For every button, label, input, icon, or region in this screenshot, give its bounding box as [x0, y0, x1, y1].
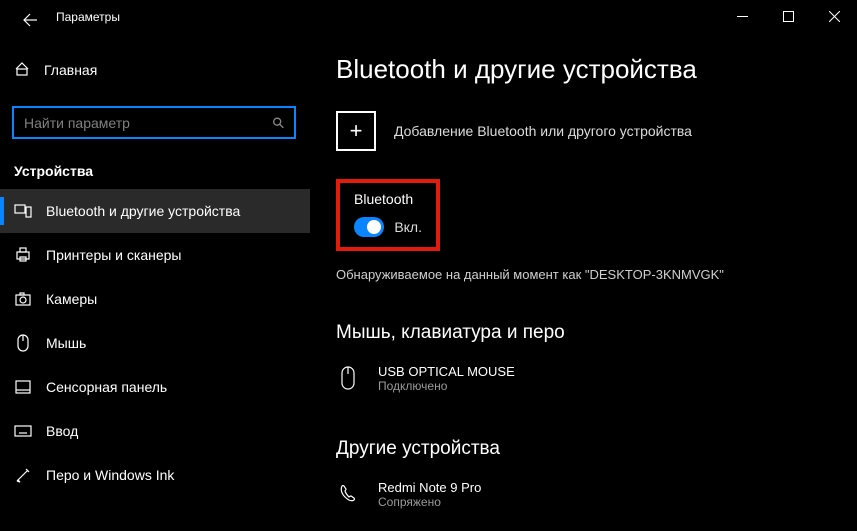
device-row-mouse[interactable]: USB OPTICAL MOUSE Подключено: [336, 358, 845, 398]
nav-input[interactable]: Ввод: [0, 409, 310, 453]
nav-touchpad[interactable]: Сенсорная панель: [0, 365, 310, 409]
search-input[interactable]: [14, 108, 294, 137]
nav-cameras[interactable]: Камеры: [0, 277, 310, 321]
camera-icon: [14, 290, 32, 308]
close-button[interactable]: [811, 0, 857, 32]
nav-bluetooth[interactable]: Bluetooth и другие устройства: [0, 189, 310, 233]
sidebar: Главная ⚲ Устройства Bluetooth и другие …: [0, 50, 310, 531]
back-arrow-icon: [21, 11, 39, 29]
maximize-icon: [783, 11, 794, 22]
nav-label: Bluetooth и другие устройства: [46, 203, 240, 219]
phone-icon: [336, 479, 360, 509]
back-button[interactable]: [18, 8, 42, 32]
bluetooth-toggle-section: Bluetooth Вкл.: [336, 179, 440, 251]
search-box[interactable]: ⚲: [12, 106, 296, 139]
home-label: Главная: [44, 62, 97, 78]
other-devices-header: Другие устройства: [336, 438, 845, 460]
nav-label: Ввод: [46, 423, 78, 439]
device-status: Сопряжено: [378, 495, 481, 509]
content-pane: Bluetooth и другие устройства + Добавлен…: [336, 50, 845, 531]
home-icon: [14, 61, 30, 80]
devices-icon: [14, 202, 32, 220]
nav-pen[interactable]: Перо и Windows Ink: [0, 453, 310, 497]
minimize-button[interactable]: [719, 0, 765, 32]
mouse-icon: [14, 334, 32, 352]
window-title: Параметры: [56, 10, 120, 24]
mouse-device-icon: [336, 363, 360, 393]
close-icon: [829, 11, 840, 22]
minimize-icon: [737, 11, 748, 22]
keyboard-icon: [14, 422, 32, 440]
bluetooth-toggle[interactable]: [354, 217, 384, 237]
nav-label: Сенсорная панель: [46, 379, 167, 395]
pen-icon: [14, 466, 32, 484]
discoverable-text: Обнаруживаемое на данный момент как "DES…: [336, 267, 845, 282]
sidebar-section-label: Устройства: [14, 163, 310, 179]
add-device-label: Добавление Bluetooth или другого устройс…: [394, 123, 692, 139]
mouse-keyboard-header: Мышь, клавиатура и перо: [336, 322, 845, 344]
device-name: Redmi Note 9 Pro: [378, 480, 481, 495]
device-name: USB OPTICAL MOUSE: [378, 364, 515, 379]
page-title: Bluetooth и другие устройства: [336, 54, 845, 85]
touchpad-icon: [14, 378, 32, 396]
nav-label: Принтеры и сканеры: [46, 247, 181, 263]
bluetooth-heading: Bluetooth: [354, 191, 422, 207]
device-status: Подключено: [378, 379, 515, 393]
nav-printers[interactable]: Принтеры и сканеры: [0, 233, 310, 277]
device-row-phone[interactable]: Redmi Note 9 Pro Сопряжено: [336, 474, 845, 514]
nav-label: Мышь: [46, 335, 86, 351]
add-device-button[interactable]: +: [336, 111, 376, 151]
nav-mouse[interactable]: Мышь: [0, 321, 310, 365]
nav-label: Перо и Windows Ink: [46, 467, 174, 483]
title-bar: [0, 0, 857, 32]
bluetooth-toggle-state: Вкл.: [394, 219, 422, 235]
nav-label: Камеры: [46, 291, 97, 307]
add-device-row[interactable]: + Добавление Bluetooth или другого устро…: [336, 111, 845, 151]
maximize-button[interactable]: [765, 0, 811, 32]
printer-icon: [14, 246, 32, 264]
home-nav[interactable]: Главная: [0, 50, 310, 90]
plus-icon: +: [350, 120, 363, 142]
